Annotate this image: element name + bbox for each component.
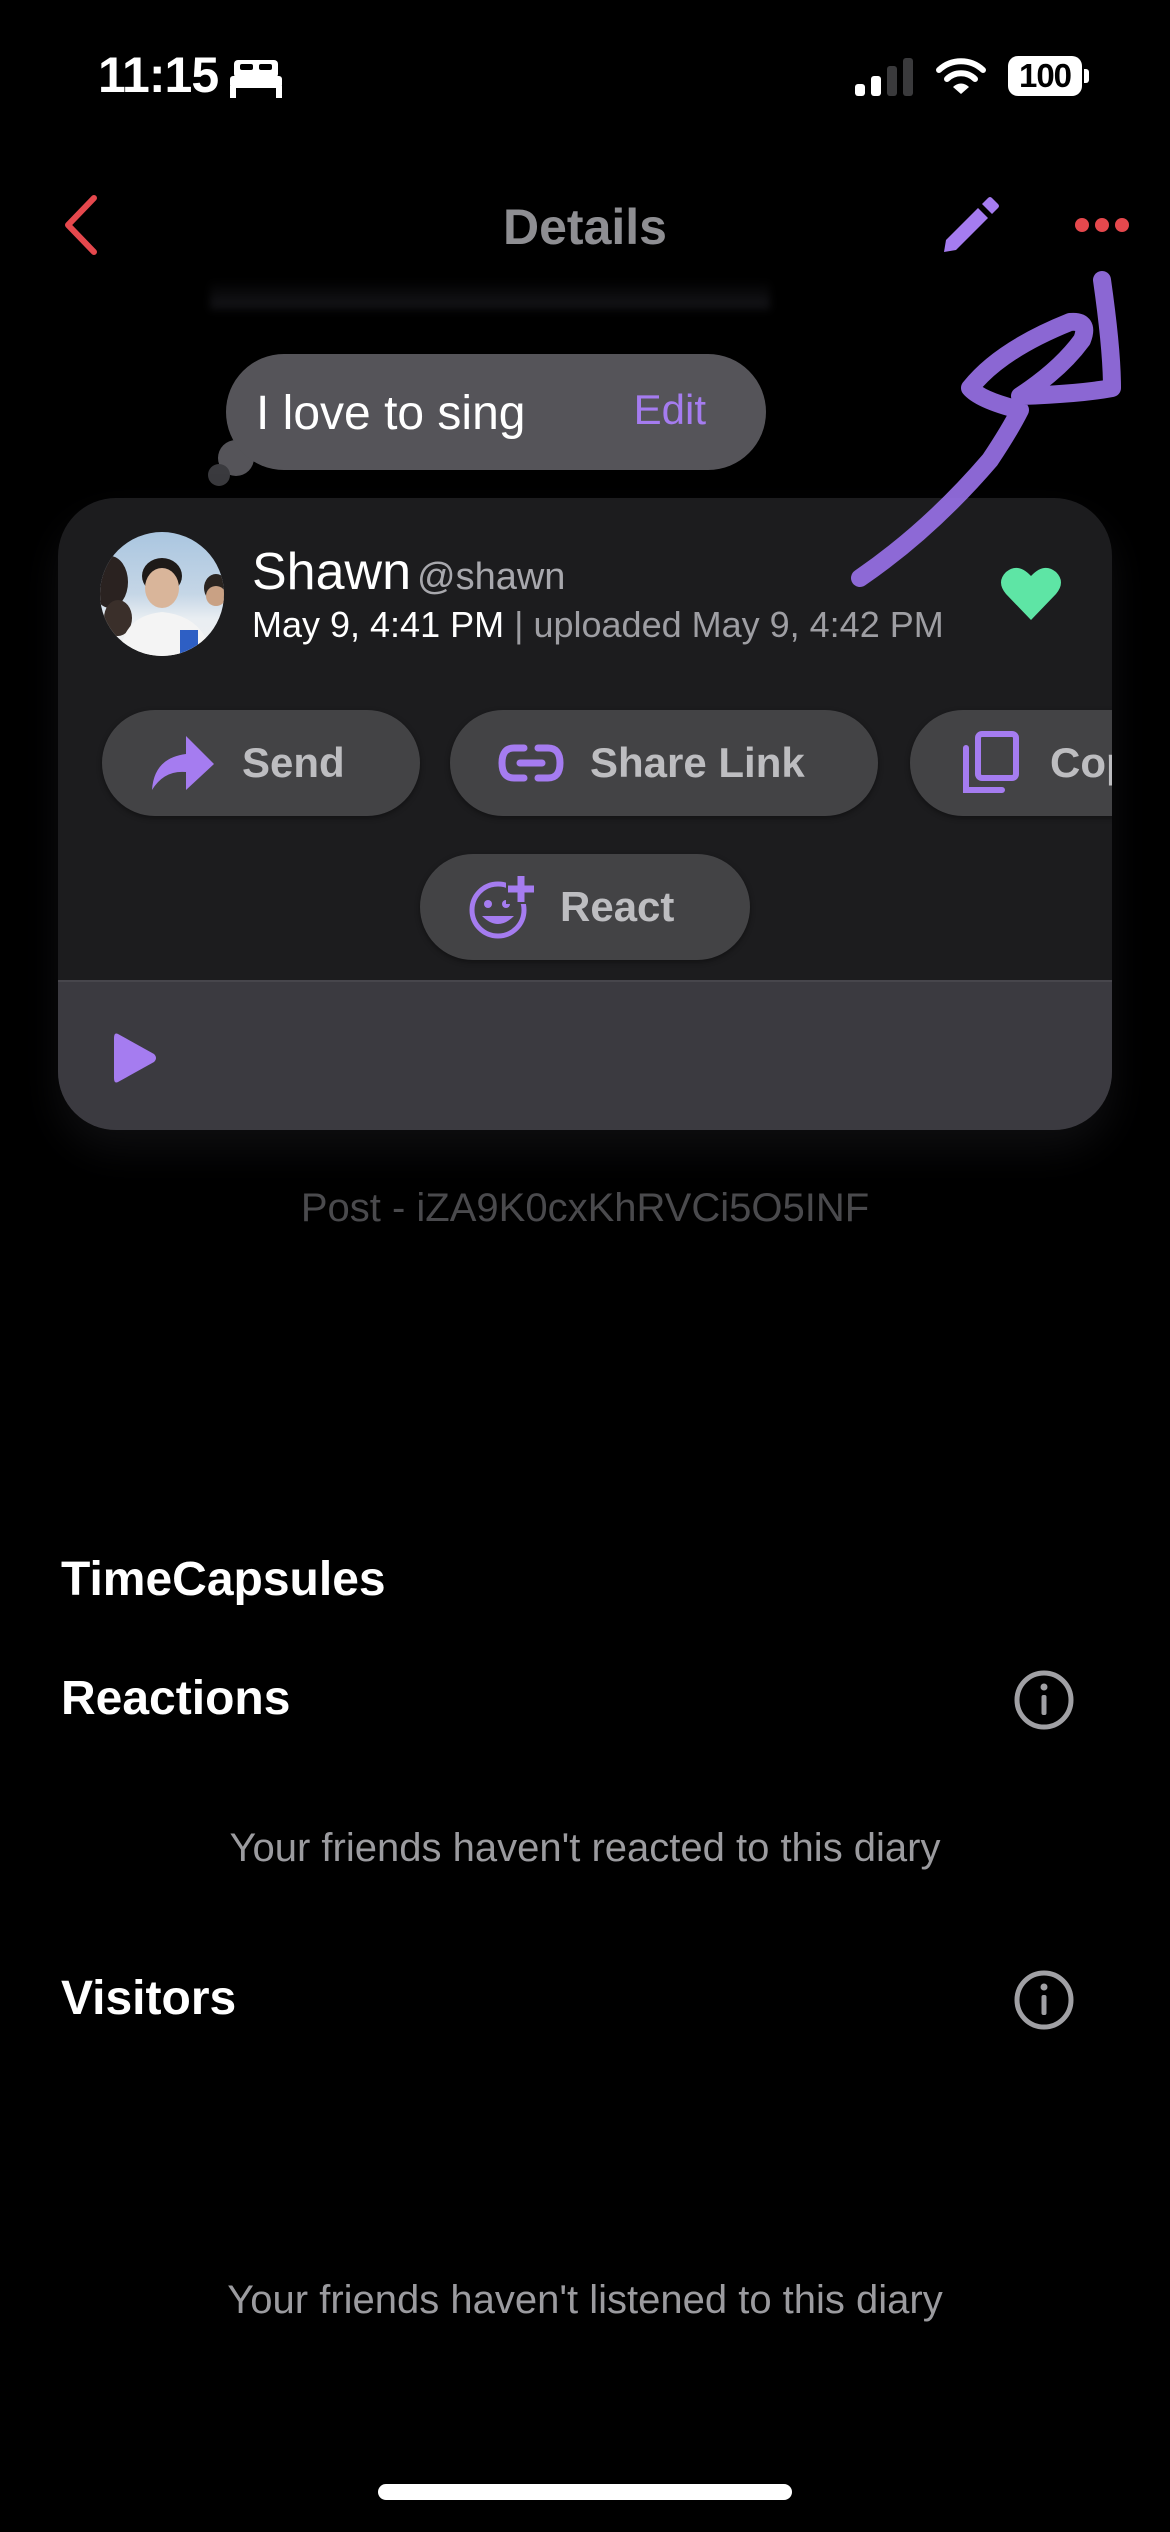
reactions-empty-text: Your friends haven't reacted to this dia… (229, 1826, 941, 1870)
react-label: React (560, 883, 675, 930)
bubble-tail (208, 464, 230, 486)
edit-post-button[interactable] (940, 196, 1000, 256)
audio-player (58, 980, 1112, 1130)
share-arrow-icon (152, 736, 214, 790)
info-icon (1014, 1970, 1074, 2030)
info-icon (1014, 1670, 1074, 1730)
avatar[interactable] (100, 532, 224, 656)
home-indicator[interactable] (378, 2484, 792, 2500)
send-label: Send (242, 739, 345, 786)
ellipsis-icon (1075, 218, 1129, 232)
avatar-photo (100, 556, 224, 656)
copy-label: Copy (1050, 739, 1112, 786)
play-button[interactable] (114, 1032, 158, 1084)
visitors-heading: Visitors (61, 1972, 237, 2025)
cellular-signal-icon (855, 58, 913, 96)
post-id: Post - iZA9K0cxKhRVCi5O5INF (300, 1186, 870, 1230)
user-name[interactable]: Shawn (252, 543, 411, 601)
user-handle[interactable]: @shawn (417, 556, 565, 598)
timestamp-separator: | (504, 604, 534, 645)
visitors-empty-text: Your friends haven't listened to this di… (227, 2278, 943, 2322)
like-button[interactable] (1000, 566, 1062, 622)
pencil-icon (944, 197, 999, 252)
timecapsules-heading: TimeCapsules (61, 1553, 386, 1606)
wifi-icon (936, 58, 986, 94)
bed-icon (230, 60, 282, 98)
share-link-button[interactable]: Share Link (450, 710, 878, 816)
post-card: Shawn @shawn May 9, 4:41 PM | uploaded Ma… (58, 498, 1112, 1130)
heart-icon (1001, 567, 1061, 620)
battery-level: 100 (1008, 56, 1082, 96)
copy-icon (963, 731, 1019, 793)
share-link-label: Share Link (590, 739, 805, 786)
react-button[interactable]: React (420, 854, 750, 960)
header-shadow (210, 280, 770, 312)
caption-bubble: I love to sing Edit (226, 354, 766, 470)
link-icon (498, 744, 564, 782)
battery-indicator: 100 (1008, 56, 1090, 96)
reactions-info-button[interactable] (1012, 1668, 1076, 1732)
nav-bar: Details (0, 180, 1170, 270)
caption-text: I love to sing (256, 387, 526, 440)
uploaded-time: uploaded May 9, 4:42 PM (533, 604, 944, 645)
caption-edit-button[interactable]: Edit (634, 386, 706, 434)
battery-tip (1084, 69, 1089, 83)
copy-button[interactable]: Copy (910, 710, 1112, 816)
reactions-heading: Reactions (61, 1672, 291, 1725)
send-button[interactable]: Send (102, 710, 420, 816)
recorded-time: May 9, 4:41 PM (252, 604, 505, 645)
more-options-button[interactable] (1074, 210, 1130, 240)
status-bar: 11:15 100 (0, 0, 1170, 150)
add-reaction-icon (469, 874, 536, 939)
user-name-row: Shawn @shawn (252, 542, 565, 602)
visitors-info-button[interactable] (1012, 1968, 1076, 2032)
status-time: 11:15 (98, 47, 219, 103)
play-icon (114, 1033, 156, 1083)
timestamp-row: May 9, 4:41 PM | uploaded May 9, 4:42 PM (252, 604, 944, 646)
